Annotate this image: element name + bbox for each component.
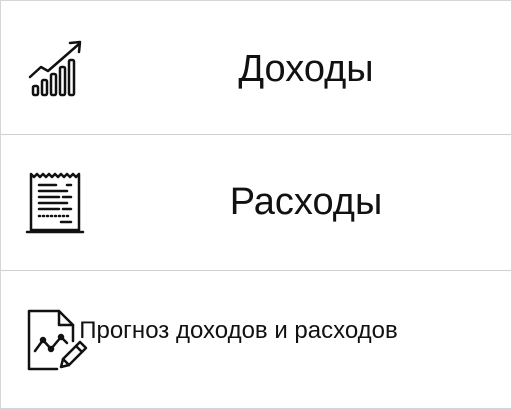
menu-item-forecast[interactable]: Прогноз доходов и расходов bbox=[1, 271, 511, 408]
growth-chart-icon bbox=[21, 35, 89, 103]
menu-item-income[interactable]: Доходы bbox=[1, 1, 511, 135]
menu-item-expenses[interactable]: Расходы bbox=[1, 135, 511, 271]
menu-item-label: Доходы bbox=[238, 48, 374, 90]
menu-item-label: Прогноз доходов и расходов bbox=[79, 317, 398, 344]
receipt-icon bbox=[21, 169, 89, 237]
menu-item-label: Расходы bbox=[229, 181, 383, 223]
menu-list: Доходы Расходы Прогноз доходов и расходо… bbox=[0, 0, 512, 409]
